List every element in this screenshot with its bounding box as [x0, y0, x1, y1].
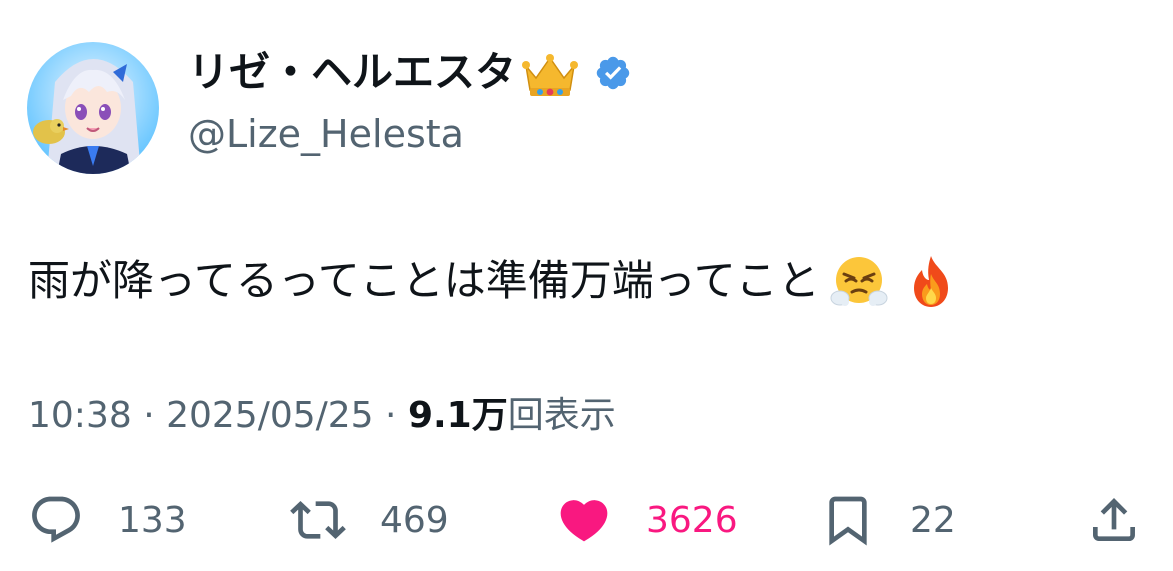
like-button[interactable]: 3626 [556, 488, 738, 552]
tweet-date[interactable]: 2025/05/25 [166, 395, 374, 436]
meta-separator: · [131, 395, 167, 436]
display-name[interactable]: リゼ・ヘルエスタ [188, 49, 516, 96]
views-count: 9.1万 [407, 395, 508, 436]
share-icon [1086, 492, 1142, 548]
tweet-text: 雨が降ってるってことは準備万端ってこと [28, 252, 960, 310]
reply-icon [28, 492, 84, 548]
tweet-body: 雨が降ってるってことは準備万端ってこと [28, 255, 820, 305]
action-bar: 133 469 3626 22 [0, 488, 1173, 552]
retweet-count: 469 [380, 499, 449, 541]
tweet-time[interactable]: 10:38 [28, 395, 132, 436]
author-name-row[interactable]: リゼ・ヘルエスタ [188, 48, 632, 98]
meta-separator: · [373, 395, 408, 436]
reply-button[interactable]: 133 [28, 488, 187, 552]
avatar-image [27, 42, 159, 174]
reply-count: 133 [118, 499, 187, 541]
author-handle[interactable]: @Lize_Helesta [188, 112, 464, 158]
face-with-steam-from-nose-icon [830, 252, 888, 310]
crown-icon [522, 52, 578, 98]
retweet-button[interactable]: 469 [290, 488, 449, 552]
avatar[interactable] [27, 42, 159, 174]
tweet-meta: 10:38 · 2025/05/25 · 9.1万回表示 [28, 394, 616, 437]
share-button[interactable] [1086, 488, 1142, 552]
heart-icon [556, 492, 612, 548]
fire-icon [902, 252, 960, 310]
bookmark-count: 22 [910, 499, 956, 541]
bookmark-button[interactable]: 22 [820, 488, 956, 552]
views-label: 回表示 [507, 395, 616, 436]
verified-icon[interactable] [594, 54, 632, 92]
bookmark-icon [820, 492, 876, 548]
retweet-icon [290, 492, 346, 548]
like-count: 3626 [646, 499, 738, 541]
